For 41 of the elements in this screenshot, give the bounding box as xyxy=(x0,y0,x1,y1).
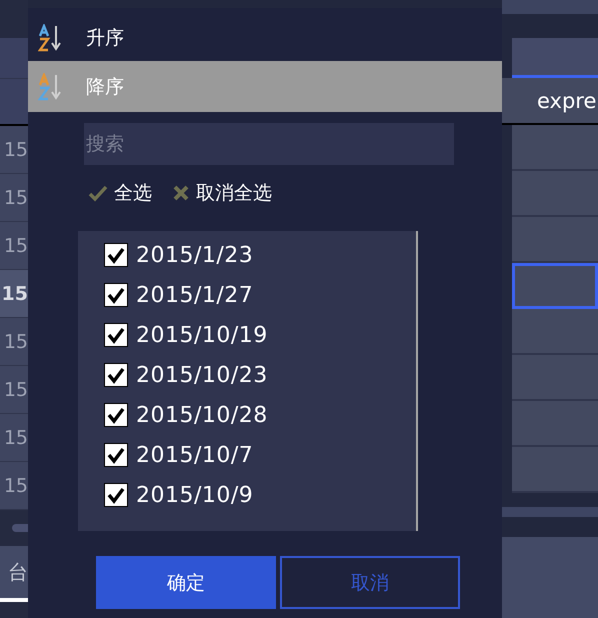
console-tab[interactable]: 台 xyxy=(0,546,28,602)
value-label: 2015/10/9 xyxy=(136,482,254,508)
table-cell: 15 xyxy=(0,462,28,510)
value-label: 2015/1/27 xyxy=(136,282,254,308)
value-label: 2015/10/7 xyxy=(136,442,254,468)
checkbox[interactable] xyxy=(104,443,128,467)
table-cell: 15 xyxy=(0,126,28,174)
sort-option[interactable]: 升序 xyxy=(28,15,502,61)
check-icon xyxy=(107,366,125,384)
checkbox[interactable] xyxy=(104,283,128,307)
table-cell: 15 xyxy=(0,366,28,414)
value-label: 2015/10/23 xyxy=(136,362,268,388)
check-icon xyxy=(107,446,125,464)
check-icon xyxy=(107,246,125,264)
value-label: 2015/10/19 xyxy=(136,322,268,348)
checkbox[interactable] xyxy=(104,243,128,267)
check-icon xyxy=(88,184,108,202)
close-icon xyxy=(172,184,190,202)
value-label: 2015/1/23 xyxy=(136,242,254,268)
value-label: 2015/10/28 xyxy=(136,402,268,428)
deselect-all-button[interactable]: 取消全选 xyxy=(172,180,272,206)
check-icon xyxy=(107,286,125,304)
select-all-button[interactable]: 全选 xyxy=(88,180,152,206)
table-cell: 15 xyxy=(0,174,28,222)
table-cell: 15 xyxy=(0,414,28,462)
scrollbar[interactable] xyxy=(502,507,598,517)
table-cell: 15 xyxy=(0,318,28,366)
check-icon xyxy=(107,406,125,424)
table-header xyxy=(0,38,28,78)
check-icon xyxy=(107,486,125,504)
table-cell: 15 xyxy=(0,222,28,270)
checkbox[interactable] xyxy=(104,483,128,507)
confirm-button[interactable]: 确定 xyxy=(96,556,276,609)
checkbox[interactable] xyxy=(104,363,128,387)
checkbox[interactable] xyxy=(104,323,128,347)
column-header[interactable]: expre xyxy=(502,78,598,125)
search-field[interactable]: 搜索 xyxy=(84,123,454,165)
table-cell: 15 xyxy=(0,270,28,318)
checkbox[interactable] xyxy=(104,403,128,427)
scrollbar-thumb[interactable] xyxy=(12,524,28,532)
check-icon xyxy=(107,326,125,344)
